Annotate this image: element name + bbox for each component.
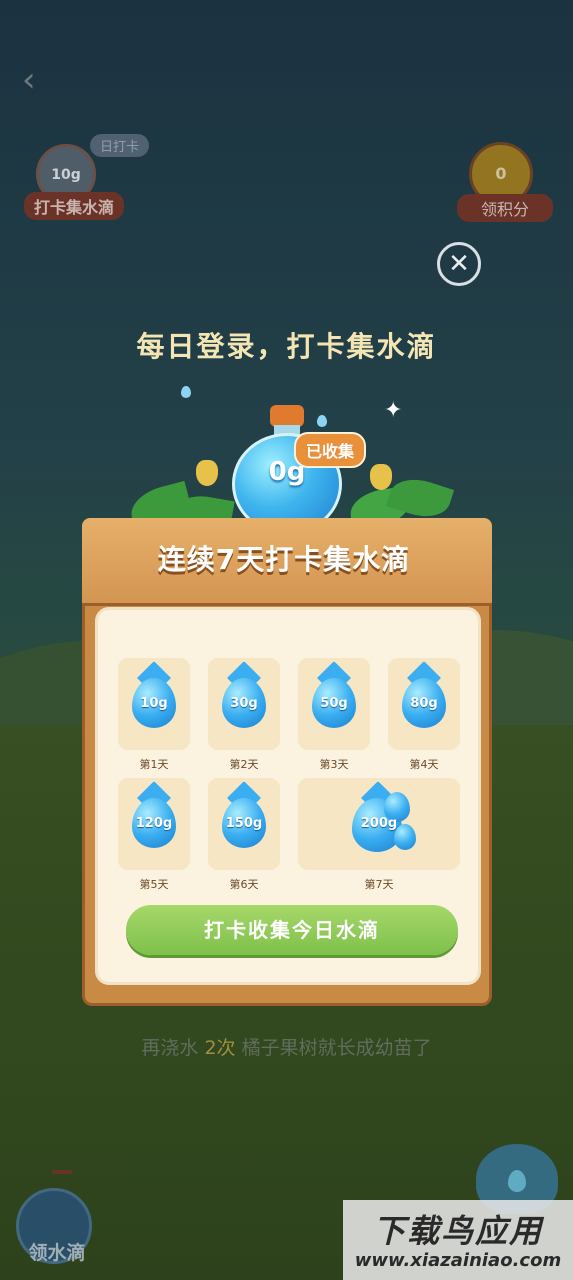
collected-tag: 已收集 <box>294 432 367 468</box>
day-label: 第1天 <box>139 758 169 771</box>
watermark-url: www.xiazainiao.com <box>354 1250 562 1271</box>
day-label: 第6天 <box>229 878 259 891</box>
day-label: 第7天 <box>364 878 394 891</box>
checkin-panel: 10g 第1天 30g 第2天 50g 第3天 80g 第4天 120g 第5天… <box>95 607 481 985</box>
day-item-3: 50g 第3天 <box>298 658 370 772</box>
board-title: 连续7天打卡集水滴 <box>157 543 411 576</box>
checkin-board: 连续7天打卡集水滴 10g 第1天 30g 第2天 50g 第3天 80g 第4… <box>82 518 492 1006</box>
day-amount: 50g <box>320 696 348 711</box>
day-amount: 10g <box>140 696 168 711</box>
modal-headline: 每日登录，打卡集水滴 <box>136 330 437 363</box>
day-item-5: 120g 第5天 <box>118 778 190 892</box>
water-drop-icon <box>181 386 191 398</box>
sparkle-icon: ✦ <box>384 398 403 423</box>
flower-icon <box>370 464 392 490</box>
day-label: 第5天 <box>139 878 169 891</box>
day-amount: 200g <box>360 816 398 831</box>
watermark: 下载鸟应用 www.xiazainiao.com <box>343 1200 573 1280</box>
day-amount: 150g <box>225 816 263 831</box>
day-item-1: 10g 第1天 <box>118 658 190 772</box>
day-label: 第2天 <box>229 758 259 771</box>
day-item-2: 30g 第2天 <box>208 658 280 772</box>
day-label: 第3天 <box>319 758 349 771</box>
watermark-title: 下载鸟应用 <box>372 1212 543 1250</box>
day-label: 第4天 <box>409 758 439 771</box>
close-icon[interactable]: ✕ <box>437 242 481 286</box>
day-item-7: 200g 第7天 <box>298 778 460 892</box>
day-amount: 80g <box>410 696 438 711</box>
day-amount: 120g <box>135 816 173 831</box>
checkin-collect-button[interactable]: 打卡收集今日水滴 <box>126 905 458 955</box>
day-item-4: 80g 第4天 <box>388 658 460 772</box>
day-amount: 30g <box>230 696 258 711</box>
day-item-6: 150g 第6天 <box>208 778 280 892</box>
flower-icon <box>196 460 218 486</box>
